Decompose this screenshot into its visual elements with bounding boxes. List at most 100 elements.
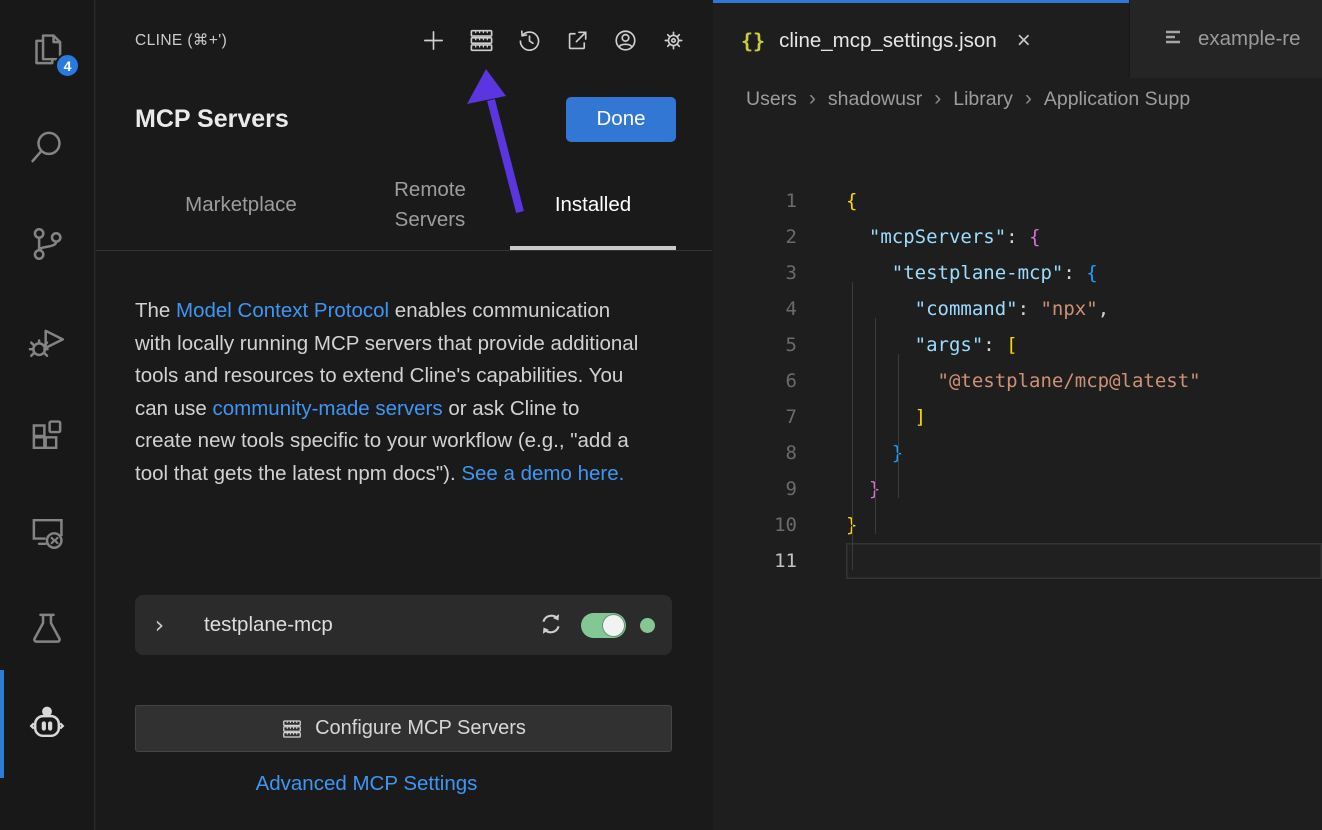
description-link[interactable]: See a demo here. <box>461 462 624 485</box>
chevron-right-icon[interactable]: › <box>152 611 186 639</box>
breadcrumb-separator-icon: › <box>1025 87 1032 111</box>
code-line-content: { <box>846 183 1322 219</box>
breadcrumb-item[interactable]: Application Supp <box>1044 88 1190 111</box>
code-line[interactable]: 1{ <box>713 183 1322 219</box>
breadcrumb-item[interactable]: shadowusr <box>828 88 922 111</box>
breadcrumb-separator-icon: › <box>809 87 816 111</box>
sidebar-item-remote-explorer[interactable] <box>0 484 94 580</box>
json-file-icon: {} <box>741 29 765 53</box>
code-line[interactable]: 2 "mcpServers": { <box>713 219 1322 255</box>
breadcrumb-item[interactable]: Users <box>746 88 797 111</box>
line-number: 11 <box>713 543 797 579</box>
sidebar-item-run-debug[interactable] <box>0 292 94 388</box>
code-line-content: } <box>846 507 1322 543</box>
code-line[interactable]: 4 "command": "npx", <box>713 291 1322 327</box>
editor-tab-active[interactable]: {} cline_mcp_settings.json × <box>713 0 1129 78</box>
code-editor[interactable]: 1{2 "mcpServers": {3 "testplane-mcp": {4… <box>713 120 1322 830</box>
sidebar-item-source-control[interactable] <box>0 196 94 292</box>
mcp-server-row[interactable]: › testplane-mcp <box>135 595 672 655</box>
code-line-content: "args": [ <box>846 327 1322 363</box>
restart-server-icon[interactable] <box>537 610 567 640</box>
explorer-badge: 4 <box>55 53 80 78</box>
advanced-mcp-settings-link[interactable]: Advanced MCP Settings <box>96 772 637 796</box>
line-number: 2 <box>713 219 797 255</box>
mcp-description: The Model Context Protocol enables commu… <box>135 295 642 491</box>
account-icon[interactable] <box>611 26 640 55</box>
configure-button-label: Configure MCP Servers <box>315 717 526 740</box>
line-number: 4 <box>713 291 797 327</box>
code-line[interactable]: 5 "args": [ <box>713 327 1322 363</box>
code-line-content: "testplane-mcp": { <box>846 255 1322 291</box>
configure-mcp-servers-button[interactable]: Configure MCP Servers <box>135 705 672 752</box>
cline-robot-icon <box>26 703 68 745</box>
mcp-servers-icon[interactable] <box>467 26 496 55</box>
server-enabled-toggle[interactable] <box>581 613 626 638</box>
server-status-dot <box>640 618 655 633</box>
sidebar-item-search[interactable] <box>0 100 94 196</box>
line-number: 6 <box>713 363 797 399</box>
settings-gear-icon[interactable] <box>659 26 688 55</box>
sidebar-item-testing[interactable] <box>0 580 94 676</box>
search-icon <box>26 127 68 169</box>
extensions-icon <box>26 415 68 457</box>
description-link[interactable]: community-made servers <box>213 397 443 420</box>
code-line-content: } <box>846 471 1322 507</box>
code-line[interactable]: 10} <box>713 507 1322 543</box>
panel-separator <box>96 250 712 251</box>
editor-tab-title: example-re <box>1198 27 1301 51</box>
code-line-content: } <box>846 435 1322 471</box>
server-name: testplane-mcp <box>204 613 537 637</box>
done-button[interactable]: Done <box>566 97 676 142</box>
panel-toolbar <box>419 26 688 55</box>
code-line-content <box>846 543 1322 579</box>
code-line[interactable]: 9 } <box>713 471 1322 507</box>
code-line[interactable]: 8 } <box>713 435 1322 471</box>
panel-title: CLINE (⌘+') <box>135 31 227 50</box>
mcp-servers-icon <box>281 718 303 740</box>
code-line[interactable]: 6 "@testplane/mcp@latest" <box>713 363 1322 399</box>
breadcrumb: Users › shadowusr › Library › Application Supp <box>713 78 1322 120</box>
tab-remote-servers[interactable]: Remote Servers <box>375 163 485 246</box>
code-line-content: "command": "npx", <box>846 291 1322 327</box>
line-number: 8 <box>713 435 797 471</box>
line-number: 3 <box>713 255 797 291</box>
open-in-editor-icon[interactable] <box>563 26 592 55</box>
run-debug-icon <box>26 319 68 361</box>
code-line[interactable]: 3 "testplane-mcp": { <box>713 255 1322 291</box>
page-title: MCP Servers <box>135 105 289 134</box>
new-task-plus-icon[interactable] <box>419 26 448 55</box>
history-icon[interactable] <box>515 26 544 55</box>
indent-guide <box>852 282 853 570</box>
line-number: 5 <box>713 327 797 363</box>
mcp-tabs: Marketplace Remote Servers Installed <box>135 163 676 250</box>
code-line-content: "@testplane/mcp@latest" <box>846 363 1322 399</box>
description-link[interactable]: Model Context Protocol <box>176 299 389 322</box>
line-number: 1 <box>713 183 797 219</box>
indent-guide <box>875 318 876 534</box>
cline-panel: CLINE (⌘+') <box>96 0 712 830</box>
breadcrumb-item[interactable]: Library <box>953 88 1013 111</box>
description-text: The <box>135 299 176 322</box>
indent-guide <box>898 354 899 498</box>
line-number: 10 <box>713 507 797 543</box>
line-number: 9 <box>713 471 797 507</box>
source-control-icon <box>26 223 68 265</box>
close-tab-icon[interactable]: × <box>1017 27 1031 55</box>
toggle-knob <box>603 615 624 636</box>
editor-group: {} cline_mcp_settings.json × example-re … <box>712 0 1322 830</box>
tab-marketplace[interactable]: Marketplace <box>165 163 317 246</box>
editor-tab-title: cline_mcp_settings.json <box>779 29 997 53</box>
text-file-icon <box>1162 26 1184 53</box>
beaker-icon <box>26 607 68 649</box>
activity-bar: 4 <box>0 0 95 830</box>
sidebar-item-cline[interactable] <box>0 676 94 772</box>
sidebar-item-extensions[interactable] <box>0 388 94 484</box>
code-line-content: ] <box>846 399 1322 435</box>
editor-tab-bar: {} cline_mcp_settings.json × example-re <box>713 0 1322 78</box>
sidebar-item-explorer[interactable]: 4 <box>0 4 94 100</box>
tab-installed[interactable]: Installed <box>510 163 676 246</box>
editor-tab-inactive[interactable]: example-re <box>1129 0 1322 78</box>
code-line[interactable]: 7 ] <box>713 399 1322 435</box>
code-line[interactable]: 11 <box>713 543 1322 579</box>
breadcrumb-separator-icon: › <box>934 87 941 111</box>
